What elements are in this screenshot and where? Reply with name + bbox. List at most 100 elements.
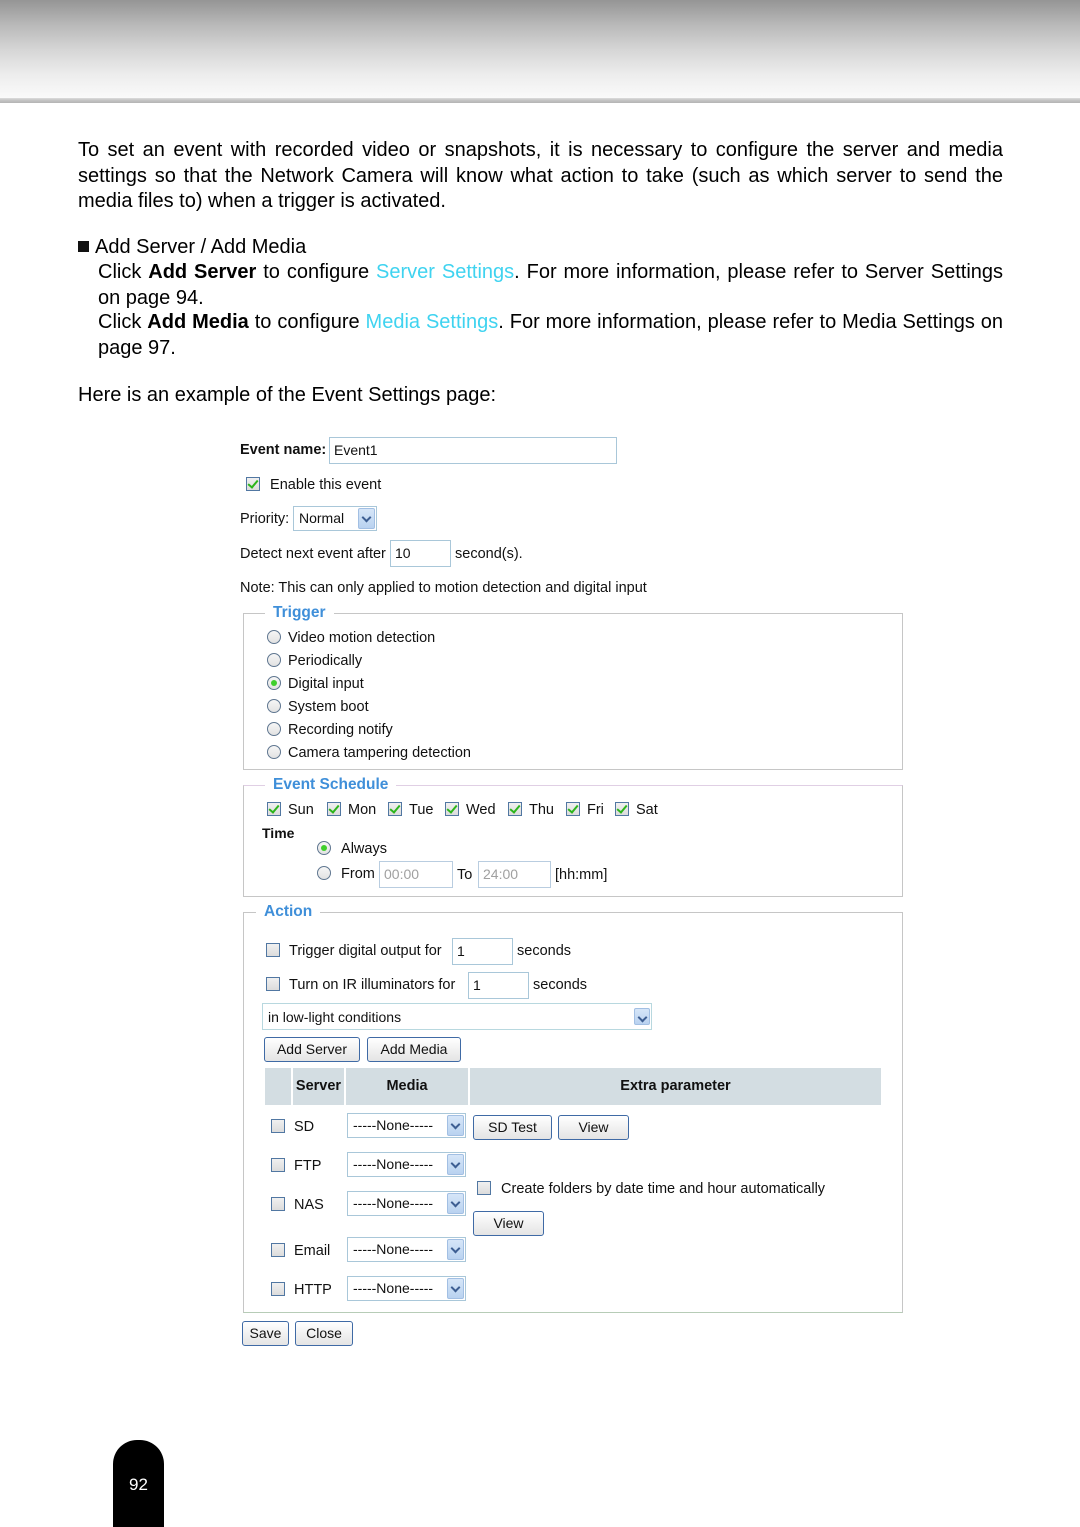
day-option[interactable]: Tue bbox=[388, 802, 433, 818]
trigger-option[interactable]: Recording notify bbox=[267, 722, 393, 738]
trigger-do-unit: seconds bbox=[517, 943, 572, 959]
nas-view-button[interactable]: View bbox=[473, 1211, 544, 1236]
day-label: Sun bbox=[288, 802, 314, 818]
time-label: Time bbox=[262, 825, 295, 841]
trigger-radio[interactable] bbox=[267, 699, 281, 713]
enable-event-checkbox[interactable] bbox=[246, 477, 260, 491]
day-option[interactable]: Sun bbox=[267, 802, 314, 818]
enable-event-row: Enable this event bbox=[246, 477, 381, 493]
day-option[interactable]: Mon bbox=[327, 802, 376, 818]
text: Click bbox=[98, 261, 149, 283]
server-checkbox[interactable] bbox=[271, 1243, 285, 1257]
day-option[interactable]: Thu bbox=[508, 802, 554, 818]
trigger-do-row: Trigger digital output for bbox=[266, 943, 442, 959]
bullet-heading: Add Server / Add Media bbox=[78, 235, 306, 260]
trigger-option[interactable]: System boot bbox=[267, 699, 369, 715]
server-checkbox[interactable] bbox=[271, 1119, 285, 1133]
header-rule bbox=[0, 98, 1080, 103]
text: Click bbox=[98, 311, 148, 333]
enable-event-label: Enable this event bbox=[270, 477, 382, 493]
day-checkbox[interactable] bbox=[615, 802, 629, 816]
from-radio[interactable] bbox=[317, 866, 331, 880]
trigger-option[interactable]: Periodically bbox=[267, 653, 362, 669]
day-checkbox[interactable] bbox=[445, 802, 459, 816]
day-label: Thu bbox=[529, 802, 554, 818]
trigger-option[interactable]: Video motion detection bbox=[267, 630, 435, 646]
day-checkbox[interactable] bbox=[566, 802, 580, 816]
from-label: From bbox=[341, 866, 375, 882]
trigger-option-label: Video motion detection bbox=[288, 630, 436, 646]
sd-test-button[interactable]: SD Test bbox=[473, 1115, 552, 1140]
server-checkbox[interactable] bbox=[271, 1282, 285, 1296]
trigger-option[interactable]: Camera tampering detection bbox=[267, 745, 471, 761]
day-checkbox[interactable] bbox=[508, 802, 522, 816]
media-settings-link[interactable]: Media Settings bbox=[366, 311, 499, 333]
day-checkbox[interactable] bbox=[327, 802, 341, 816]
create-folders-label: Create folders by date time and hour aut… bbox=[501, 1181, 826, 1197]
day-checkbox[interactable] bbox=[267, 802, 281, 816]
server-settings-link[interactable]: Server Settings bbox=[376, 261, 514, 283]
media-select[interactable]: -----None----- bbox=[347, 1152, 466, 1177]
add-server-button[interactable]: Add Server bbox=[264, 1037, 360, 1062]
priority-value: Normal bbox=[299, 510, 345, 526]
trigger-do-checkbox[interactable] bbox=[266, 943, 280, 957]
event-name-input[interactable]: Event1 bbox=[329, 437, 617, 464]
media-select[interactable]: -----None----- bbox=[347, 1276, 466, 1301]
always-radio[interactable] bbox=[317, 841, 331, 855]
media-select-value: -----None----- bbox=[353, 1156, 434, 1172]
server-name: FTP bbox=[294, 1158, 322, 1174]
trigger-radio[interactable] bbox=[267, 722, 281, 736]
note-text: Note: This can only applied to motion de… bbox=[240, 580, 647, 596]
from-time-input[interactable]: 00:00 bbox=[379, 861, 453, 888]
close-button[interactable]: Close bbox=[295, 1321, 353, 1346]
server-checkbox[interactable] bbox=[271, 1158, 285, 1172]
ir-condition-value: in low-light conditions bbox=[268, 1009, 402, 1025]
chevron-down-icon bbox=[447, 1154, 464, 1175]
save-button[interactable]: Save bbox=[242, 1321, 289, 1346]
ir-seconds-input[interactable]: 1 bbox=[468, 972, 529, 999]
day-option[interactable]: Wed bbox=[445, 802, 496, 818]
sd-view-button[interactable]: View bbox=[558, 1115, 629, 1140]
square-bullet-icon bbox=[78, 241, 89, 252]
ir-checkbox[interactable] bbox=[266, 977, 280, 991]
trigger-radio[interactable] bbox=[267, 745, 281, 759]
server-checkbox[interactable] bbox=[271, 1197, 285, 1211]
add-media-button[interactable]: Add Media bbox=[367, 1037, 461, 1062]
page-number: 92 bbox=[129, 1475, 148, 1494]
trigger-do-input[interactable]: 1 bbox=[452, 938, 513, 965]
day-option[interactable]: Fri bbox=[566, 802, 604, 818]
table-row: NAS bbox=[271, 1197, 324, 1213]
to-time-input[interactable]: 24:00 bbox=[478, 861, 551, 888]
trigger-radio[interactable] bbox=[267, 653, 281, 667]
add-media-paragraph: Click Add Media to configure Media Setti… bbox=[98, 310, 1003, 361]
trigger-option-label: System boot bbox=[288, 699, 369, 715]
trigger-option-label: Recording notify bbox=[288, 722, 393, 738]
from-row: From bbox=[317, 866, 375, 882]
detect-unit: second(s). bbox=[455, 546, 523, 562]
trigger-radio[interactable] bbox=[267, 676, 281, 690]
server-name: NAS bbox=[294, 1197, 324, 1213]
table-row: Email bbox=[271, 1243, 330, 1259]
trigger-radio[interactable] bbox=[267, 630, 281, 644]
ir-unit: seconds bbox=[533, 977, 588, 993]
priority-label: Priority: bbox=[240, 511, 290, 527]
text: to configure bbox=[248, 311, 366, 333]
trigger-option-label: Periodically bbox=[288, 653, 363, 669]
table-header-select bbox=[265, 1068, 291, 1105]
priority-select[interactable]: Normal bbox=[293, 506, 377, 531]
media-select[interactable]: -----None----- bbox=[347, 1237, 466, 1262]
ir-condition-select[interactable]: in low-light conditions bbox=[262, 1003, 652, 1030]
trigger-option[interactable]: Digital input bbox=[267, 676, 364, 692]
page-number-tab: 92 bbox=[113, 1440, 164, 1527]
media-select[interactable]: -----None----- bbox=[347, 1191, 466, 1216]
create-folders-checkbox[interactable] bbox=[477, 1181, 491, 1195]
day-checkbox[interactable] bbox=[388, 802, 402, 816]
bullet-heading-text: Add Server / Add Media bbox=[95, 236, 307, 258]
table-row: SD bbox=[271, 1119, 314, 1135]
to-label: To bbox=[457, 867, 473, 883]
action-fieldset bbox=[243, 912, 903, 1313]
media-select-value: -----None----- bbox=[353, 1280, 434, 1296]
media-select[interactable]: -----None----- bbox=[347, 1113, 466, 1138]
day-option[interactable]: Sat bbox=[615, 802, 658, 818]
detect-seconds-input[interactable]: 10 bbox=[390, 540, 451, 567]
